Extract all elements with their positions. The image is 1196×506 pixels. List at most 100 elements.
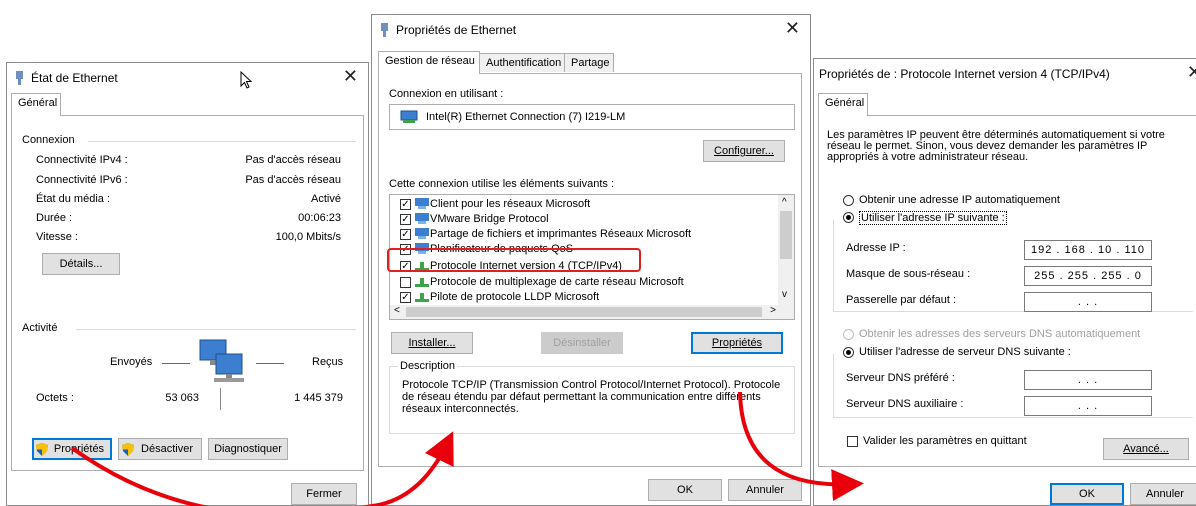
- dns-preferred-input[interactable]: . . .: [1024, 370, 1152, 390]
- close-icon[interactable]: ✕: [343, 67, 358, 85]
- window-title: Propriétés de : Protocole Internet versi…: [819, 67, 1110, 81]
- vertical-scrollbar[interactable]: ^ v: [778, 195, 794, 305]
- ipv6-label: Connectivité IPv6 :: [36, 174, 128, 186]
- details-button[interactable]: Détails...: [42, 253, 120, 275]
- network-client-icon: [415, 228, 429, 239]
- description-label: Description: [398, 360, 458, 372]
- network-pane: Connexion en utilisant : Intel(R) Ethern…: [378, 73, 802, 467]
- scroll-right-icon[interactable]: >: [770, 305, 776, 316]
- list-item[interactable]: ✓ Pilote de protocole LLDP Microsoft: [390, 290, 778, 305]
- configure-button[interactable]: Configurer...: [703, 140, 785, 162]
- tab-general[interactable]: Général: [818, 93, 868, 116]
- tab-authentication[interactable]: Authentification: [479, 53, 565, 72]
- install-label: Installer...: [408, 337, 456, 349]
- checkbox[interactable]: ✓: [400, 214, 411, 225]
- scroll-up-icon[interactable]: ^: [782, 197, 787, 208]
- properties-button-label: Propriétés: [53, 443, 105, 455]
- group-line: [76, 329, 356, 330]
- properties-button[interactable]: Propriétés: [691, 332, 783, 354]
- uninstall-label: Désinstaller: [553, 337, 611, 349]
- disable-button[interactable]: Désactiver: [118, 438, 202, 460]
- disable-button-label: Désactiver: [141, 443, 193, 455]
- tab-network[interactable]: Gestion de réseau: [378, 51, 480, 74]
- properties-button[interactable]: Propriétés: [32, 438, 112, 460]
- advanced-button[interactable]: Avancé...: [1103, 438, 1189, 460]
- item-label: Pilote de protocole LLDP Microsoft: [430, 291, 600, 303]
- intro-text: Les paramètres IP peuvent être déterminé…: [827, 129, 1165, 163]
- ipv4-highlight: [387, 248, 641, 272]
- network-adapter-icon: [400, 110, 418, 123]
- checkbox[interactable]: ✓: [400, 199, 411, 210]
- ethernet-properties-window: Propriétés de Ethernet ✕ Gestion de rése…: [371, 14, 811, 506]
- scroll-thumb[interactable]: [406, 307, 762, 317]
- auto-dns-radio[interactable]: [843, 329, 854, 340]
- ethernet-status-window: État de Ethernet ✕ Général Connexion Con…: [6, 62, 369, 506]
- dns-alternate-input[interactable]: . . .: [1024, 396, 1152, 416]
- adapter-name: Intel(R) Ethernet Connection (7) I219-LM: [426, 111, 626, 123]
- media-state-value: Activé: [311, 193, 341, 205]
- close-icon[interactable]: ✕: [785, 19, 800, 37]
- horizontal-scrollbar[interactable]: < >: [390, 305, 794, 319]
- close-button[interactable]: Fermer: [291, 483, 357, 505]
- auto-ip-label[interactable]: Obtenir une adresse IP automatiquement: [859, 194, 1060, 206]
- octets-received-value: 1 445 379: [294, 392, 343, 404]
- media-state-label: État du média :: [36, 193, 110, 205]
- description-text: Protocole TCP/IP (Transmission Control P…: [402, 379, 781, 415]
- items-label: Cette connexion utilise les éléments sui…: [389, 178, 615, 190]
- scroll-down-icon[interactable]: v: [782, 289, 787, 300]
- ipv4-properties-window: Propriétés de : Protocole Internet versi…: [813, 58, 1196, 506]
- list-item[interactable]: ✓ VMware Bridge Protocol: [390, 212, 778, 227]
- title-bar: État de Ethernet ✕: [7, 63, 368, 93]
- subnet-mask-input[interactable]: 255 . 255 . 255 . 0: [1024, 266, 1152, 286]
- properties-label: Propriétés: [711, 337, 763, 349]
- duration-label: Durée :: [36, 212, 73, 224]
- uninstall-button[interactable]: Désinstaller: [541, 332, 623, 354]
- ok-button[interactable]: OK: [648, 479, 722, 501]
- tab-general[interactable]: Général: [11, 93, 61, 116]
- recv-line: [256, 363, 284, 364]
- scroll-thumb[interactable]: [780, 211, 792, 259]
- general-pane: Les paramètres IP peuvent être déterminé…: [818, 115, 1196, 467]
- auto-dns-label[interactable]: Obtenir les adresses des serveurs DNS au…: [859, 328, 1140, 340]
- list-item[interactable]: ✓ Client pour les réseaux Microsoft: [390, 197, 778, 212]
- item-label: VMware Bridge Protocol: [430, 213, 549, 225]
- gateway-input[interactable]: . . .: [1024, 292, 1152, 312]
- cancel-button[interactable]: Annuler: [1130, 483, 1196, 505]
- window-title: Propriétés de Ethernet: [396, 23, 517, 37]
- list-item[interactable]: Protocole de multiplexage de carte résea…: [390, 275, 778, 290]
- title-bar: Propriétés de Ethernet ✕: [372, 15, 810, 45]
- auto-ip-radio[interactable]: [843, 195, 854, 206]
- mouse-cursor-icon: [240, 71, 252, 89]
- received-label: Reçus: [312, 356, 344, 368]
- protocol-icon: [415, 278, 429, 287]
- network-client-icon: [415, 198, 429, 209]
- dns-preferred-label: Serveur DNS préféré :: [846, 372, 955, 384]
- cancel-button[interactable]: Annuler: [728, 479, 802, 501]
- octets-sent-value: 53 063: [165, 392, 199, 404]
- shield-icon: [122, 443, 134, 456]
- adapter-box: Intel(R) Ethernet Connection (7) I219-LM: [389, 104, 795, 130]
- activity-group-label: Activité: [22, 322, 58, 334]
- diagnose-button[interactable]: Diagnostiquer: [208, 438, 288, 460]
- list-item[interactable]: ✓ Partage de fichiers et imprimantes Rés…: [390, 227, 778, 242]
- ip-group: Adresse IP : 192 . 168 . 10 . 110 Masque…: [833, 220, 1193, 312]
- window-title: État de Ethernet: [31, 71, 118, 85]
- scroll-left-icon[interactable]: <: [394, 305, 400, 316]
- item-label: Protocole de multiplexage de carte résea…: [430, 276, 684, 288]
- sent-label: Envoyés: [110, 356, 153, 368]
- validate-checkbox[interactable]: [847, 436, 858, 447]
- octets-separator: [220, 388, 221, 410]
- group-line: [88, 141, 356, 142]
- gateway-label: Passerelle par défaut :: [846, 294, 957, 306]
- ok-button[interactable]: OK: [1050, 483, 1124, 505]
- validate-label[interactable]: Valider les paramètres en quittant: [863, 435, 1027, 447]
- checkbox[interactable]: [400, 277, 411, 288]
- install-button[interactable]: Installer...: [391, 332, 473, 354]
- close-icon[interactable]: ✕: [1187, 63, 1196, 81]
- checkbox[interactable]: ✓: [400, 292, 411, 303]
- advanced-label: Avancé...: [1123, 443, 1169, 455]
- item-label: Client pour les réseaux Microsoft: [430, 198, 591, 210]
- tab-sharing[interactable]: Partage: [564, 53, 614, 72]
- ip-address-input[interactable]: 192 . 168 . 10 . 110: [1024, 240, 1152, 260]
- checkbox[interactable]: ✓: [400, 229, 411, 240]
